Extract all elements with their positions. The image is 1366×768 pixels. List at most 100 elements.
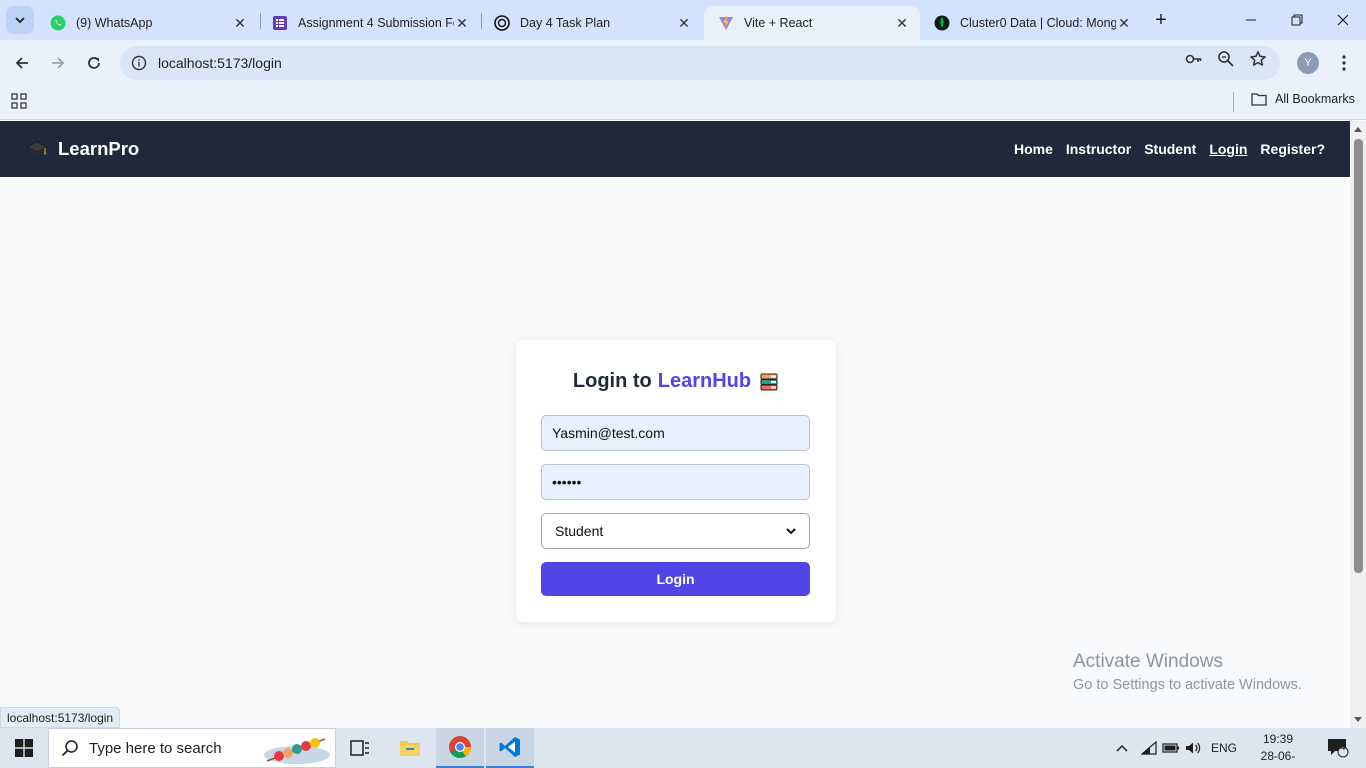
- login-title-brand: LearnHub: [657, 370, 752, 392]
- address-bar[interactable]: localhost:5173/login: [120, 46, 1280, 80]
- scrollbar-thumb[interactable]: [1354, 139, 1363, 573]
- page-scrollbar[interactable]: [1350, 121, 1366, 728]
- scroll-up-icon[interactable]: [1353, 124, 1363, 134]
- books-icon: [759, 372, 779, 392]
- windows-taskbar: Type here to search ENG 19:39 28-06- 4: [0, 728, 1366, 768]
- login-title-prefix: Login to: [572, 370, 652, 392]
- site-info-icon[interactable]: [122, 55, 156, 71]
- tab-title: Cluster0 Data | Cloud: Mong: [960, 16, 1116, 30]
- clock-time: 19:39: [1262, 732, 1294, 746]
- role-select[interactable]: Student: [541, 513, 810, 549]
- password-key-icon[interactable]: [1184, 49, 1204, 69]
- whatsapp-icon: [50, 15, 66, 31]
- openai-icon: [494, 15, 510, 31]
- site-navbar: LearnPro Home Instructor Student Login R…: [0, 121, 1350, 177]
- language-indicator[interactable]: ENG: [1208, 728, 1240, 768]
- back-button[interactable]: [7, 48, 37, 78]
- close-icon[interactable]: ✕: [894, 15, 910, 31]
- chrome-taskbar-button[interactable]: [436, 728, 484, 768]
- browser-menu-button[interactable]: [1334, 51, 1354, 75]
- nav-link-home[interactable]: Home: [1014, 141, 1053, 157]
- tab-title: Assignment 4 Submission Fo: [298, 16, 454, 30]
- forms-icon: [272, 15, 288, 31]
- site-brand[interactable]: LearnPro: [26, 138, 139, 160]
- link-status-bar: localhost:5173/login: [0, 707, 121, 728]
- tab-title: Day 4 Task Plan: [520, 16, 611, 30]
- start-button[interactable]: [0, 728, 48, 768]
- minimize-button[interactable]: [1228, 0, 1274, 40]
- battery-icon[interactable]: [1160, 728, 1182, 768]
- profile-avatar[interactable]: Y: [1297, 52, 1319, 74]
- graduation-cap-icon: [26, 140, 48, 158]
- role-select-value: Student: [555, 523, 604, 539]
- close-icon[interactable]: ✕: [232, 15, 248, 31]
- close-icon[interactable]: ✕: [676, 15, 692, 31]
- all-bookmarks-button[interactable]: All Bookmarks: [1251, 92, 1355, 106]
- file-explorer-button[interactable]: [386, 728, 434, 768]
- new-tab-button[interactable]: +: [1150, 9, 1172, 31]
- task-view-button[interactable]: [336, 728, 384, 768]
- nav-link-instructor[interactable]: Instructor: [1066, 141, 1131, 157]
- show-hidden-icons-button[interactable]: [1112, 728, 1132, 768]
- web-page: LearnPro Home Instructor Student Login R…: [0, 121, 1350, 728]
- windows-logo-icon: [15, 739, 33, 757]
- vscode-taskbar-button[interactable]: [486, 728, 534, 768]
- apps-grid-icon[interactable]: [10, 92, 28, 115]
- tab-day4-plan[interactable]: Day 4 Task Plan ✕: [480, 6, 702, 40]
- volume-icon[interactable]: [1183, 728, 1205, 768]
- restore-button[interactable]: [1274, 0, 1320, 40]
- network-icon[interactable]: [1138, 728, 1160, 768]
- search-icon: [61, 739, 79, 757]
- kebab-menu-icon: [1342, 55, 1346, 71]
- folder-icon: [1251, 93, 1267, 106]
- minimize-icon: [1246, 19, 1256, 21]
- bookmarks-bar: All Bookmarks: [0, 86, 1366, 120]
- tab-assignment-form[interactable]: Assignment 4 Submission Fo ✕: [258, 6, 480, 40]
- watermark-subtitle: Go to Settings to activate Windows.: [1073, 677, 1302, 693]
- reload-button[interactable]: [79, 48, 109, 78]
- nav-links: Home Instructor Student Login Register?: [1014, 141, 1325, 157]
- login-title: Login to LearnHub: [516, 370, 836, 393]
- tab-title: (9) WhatsApp: [76, 16, 153, 30]
- nav-link-student[interactable]: Student: [1144, 141, 1196, 157]
- browser-tab-strip: (9) WhatsApp ✕ Assignment 4 Submission F…: [0, 0, 1366, 40]
- email-field[interactable]: Yasmin@test.com: [541, 415, 810, 451]
- taskbar-search-box[interactable]: Type here to search: [48, 728, 336, 768]
- windows-activation-watermark: Activate Windows Go to Settings to activ…: [1073, 651, 1302, 693]
- tab-whatsapp[interactable]: (9) WhatsApp ✕: [36, 6, 258, 40]
- tab-search-button[interactable]: [6, 6, 34, 34]
- login-card: Login to LearnHub Yasmin@test.com ••••••…: [516, 340, 836, 622]
- close-icon: [1337, 14, 1349, 26]
- zoom-icon[interactable]: [1216, 49, 1236, 69]
- bookmark-star-icon[interactable]: [1248, 49, 1268, 69]
- close-icon[interactable]: ✕: [454, 15, 470, 31]
- close-window-button[interactable]: [1320, 0, 1366, 40]
- folder-icon: [400, 741, 420, 756]
- vite-icon: [718, 15, 734, 31]
- notification-center-button[interactable]: 4: [1318, 728, 1358, 768]
- nav-link-register[interactable]: Register?: [1260, 141, 1325, 157]
- brand-name: LearnPro: [58, 138, 140, 159]
- close-icon[interactable]: ✕: [1116, 15, 1132, 31]
- restore-icon: [1291, 14, 1303, 26]
- arrow-left-icon: [15, 57, 28, 69]
- nav-link-login[interactable]: Login: [1209, 141, 1247, 157]
- tab-title: Vite + React: [744, 16, 813, 30]
- tab-vite-react[interactable]: Vite + React ✕: [704, 6, 920, 40]
- search-placeholder: Type here to search: [89, 739, 222, 757]
- arrow-right-icon: [52, 57, 65, 69]
- login-button[interactable]: Login: [541, 562, 810, 596]
- forward-button[interactable]: [43, 48, 73, 78]
- notification-count: 4: [1340, 742, 1346, 753]
- browser-toolbar: localhost:5173/login Y: [0, 40, 1366, 86]
- chevron-down-icon: [786, 528, 796, 535]
- url-text: localhost:5173/login: [158, 55, 282, 71]
- chevron-down-icon: [15, 17, 25, 24]
- taskbar-clock[interactable]: 19:39 28-06-2025: [1248, 731, 1308, 768]
- chrome-icon: [449, 736, 471, 758]
- watermark-title: Activate Windows: [1073, 651, 1223, 672]
- password-field[interactable]: ••••••: [541, 464, 810, 500]
- scroll-down-icon[interactable]: [1353, 715, 1363, 725]
- tab-mongodb[interactable]: Cluster0 Data | Cloud: Mong ✕: [920, 6, 1142, 40]
- bookmarks-divider: [1233, 92, 1234, 112]
